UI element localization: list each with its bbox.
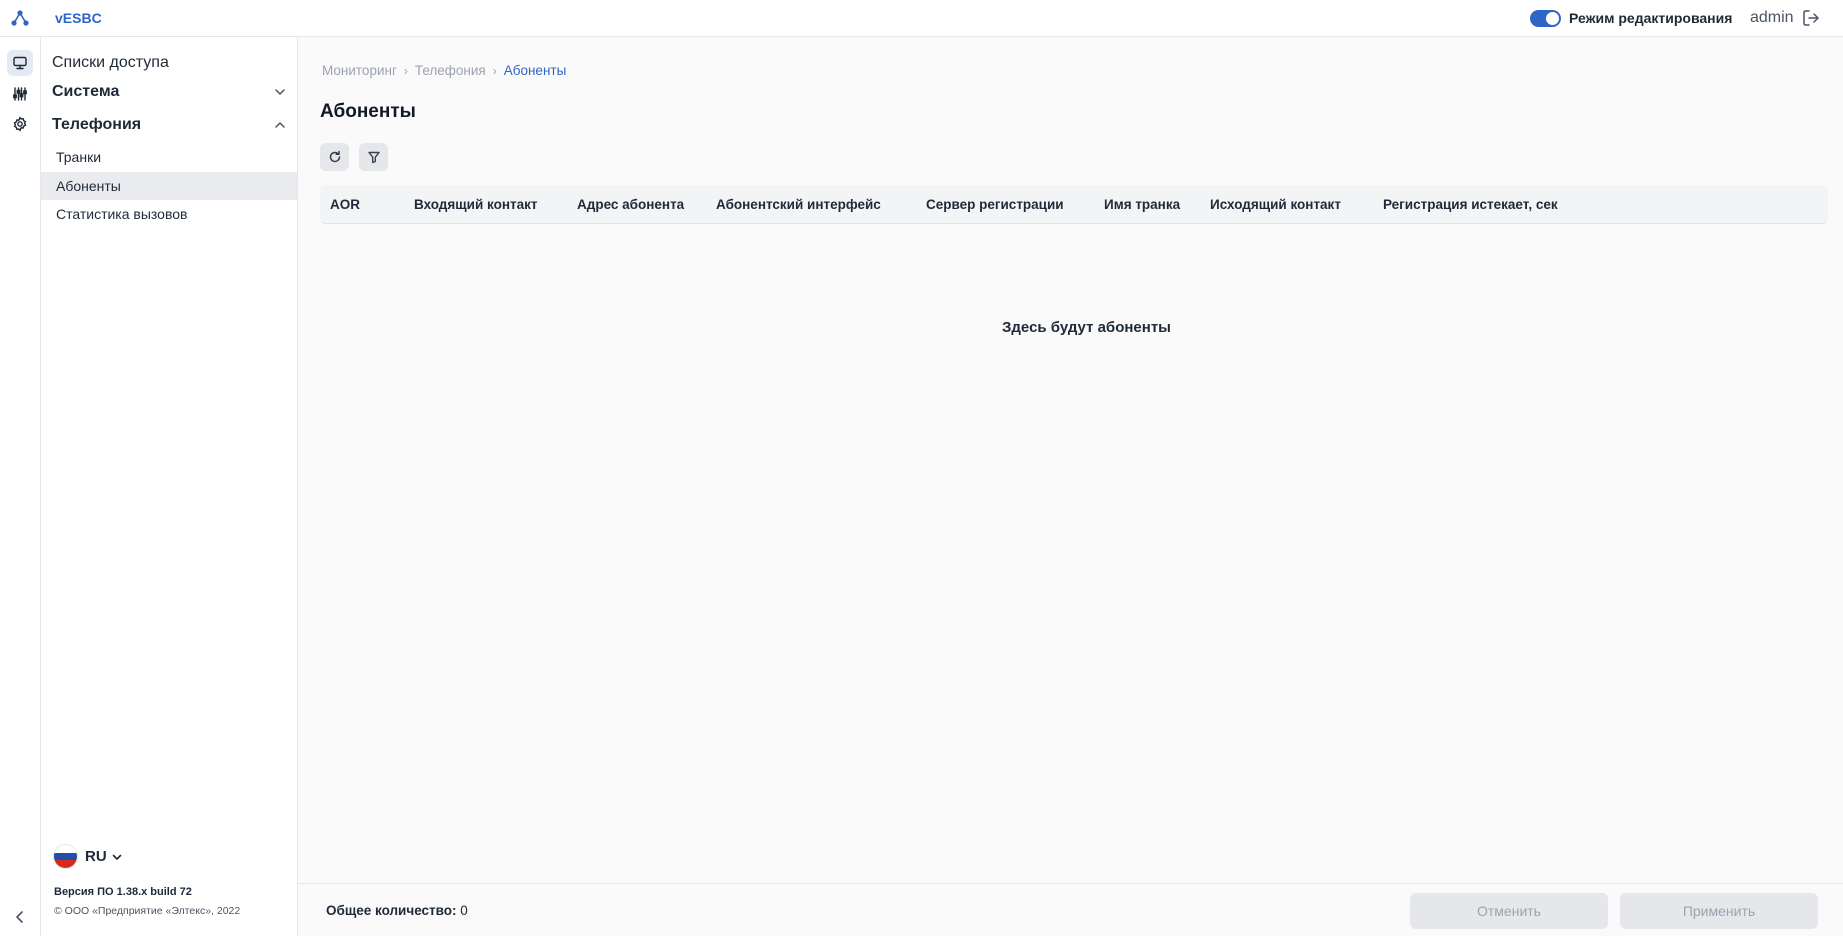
chevron-down-icon xyxy=(275,89,285,95)
language-selector[interactable]: RU xyxy=(53,844,123,869)
filter-icon xyxy=(367,151,380,164)
main-content: Мониторинг › Телефония › Абоненты Абонен… xyxy=(298,37,1843,936)
toggle-knob xyxy=(1546,12,1559,25)
breadcrumb-separator-icon: › xyxy=(492,63,497,78)
sidebar-group-system[interactable]: Система xyxy=(52,81,287,103)
sidebar: Списки доступа Система Телефония Транки … xyxy=(41,37,298,936)
total-count-value: 0 xyxy=(460,903,468,918)
column-header-trunk-name[interactable]: Имя транка xyxy=(1104,197,1180,212)
refresh-button[interactable] xyxy=(320,143,349,171)
edit-mode-label: Режим редактирования xyxy=(1569,10,1733,26)
sidebar-item-trunks[interactable]: Транки xyxy=(41,143,297,171)
settings-nav-button[interactable] xyxy=(7,111,33,137)
user-name: admin xyxy=(1750,9,1794,26)
chevron-down-icon xyxy=(112,854,121,860)
equalizer-nav-button[interactable] xyxy=(7,81,33,107)
page-title: Абоненты xyxy=(320,101,416,122)
column-header-registration-server[interactable]: Сервер регистрации xyxy=(926,197,1064,212)
software-version: Версия ПО 1.38.x build 72 xyxy=(54,886,192,898)
apply-button[interactable]: Применить xyxy=(1620,893,1818,929)
sidebar-item-subscribers[interactable]: Абоненты xyxy=(41,172,297,200)
sidebar-item-call-statistics[interactable]: Статистика вызовов xyxy=(41,200,297,228)
language-code: RU xyxy=(85,848,107,865)
total-count-label: Общее количество: xyxy=(326,903,457,918)
app-title[interactable]: vESBC xyxy=(55,10,102,26)
sidebar-item-access-lists[interactable]: Списки доступа xyxy=(52,54,169,72)
monitor-icon xyxy=(13,56,27,70)
refresh-icon xyxy=(329,150,340,163)
sidebar-group-telephony[interactable]: Телефония xyxy=(52,114,287,136)
equalizer-icon xyxy=(13,87,27,101)
column-header-registration-expires[interactable]: Регистрация истекает, сек xyxy=(1383,197,1558,212)
column-header-subscriber-interface[interactable]: Абонентский интерфейс xyxy=(716,197,881,212)
edit-mode-toggle[interactable] xyxy=(1530,10,1561,27)
russian-flag-icon xyxy=(53,844,78,869)
top-bar: vESBC Режим редактирования admin xyxy=(0,0,1843,37)
cancel-button[interactable]: Отменить xyxy=(1410,893,1608,929)
sidebar-group-label: Система xyxy=(52,83,120,100)
column-header-outgoing-contact[interactable]: Исходящий контакт xyxy=(1210,197,1341,212)
copyright: © ООО «Предприятие «Элтекс», 2022 xyxy=(54,905,241,917)
breadcrumb: Мониторинг › Телефония › Абоненты xyxy=(322,63,566,78)
column-header-incoming-contact[interactable]: Входящий контакт xyxy=(414,197,537,212)
table-header: AOR Входящий контакт Адрес абонента Абон… xyxy=(320,185,1828,224)
app-logo-icon[interactable] xyxy=(10,9,30,27)
icon-rail xyxy=(0,37,41,936)
sidebar-group-label: Телефония xyxy=(52,116,142,133)
logout-icon[interactable] xyxy=(1802,9,1820,27)
footer-bar: Общее количество: 0 Отменить Применить xyxy=(298,883,1843,936)
chevron-left-icon[interactable] xyxy=(12,909,28,925)
column-header-subscriber-address[interactable]: Адрес абонента xyxy=(577,197,684,212)
filter-button[interactable] xyxy=(359,143,388,171)
empty-table-message: Здесь будут абоненты xyxy=(1002,319,1171,336)
chevron-up-icon xyxy=(275,122,285,128)
column-header-aor[interactable]: AOR xyxy=(330,197,360,212)
gear-icon xyxy=(13,116,27,132)
monitoring-nav-button[interactable] xyxy=(7,50,33,76)
breadcrumb-monitoring[interactable]: Мониторинг xyxy=(322,63,397,78)
breadcrumb-separator-icon: › xyxy=(403,63,408,78)
breadcrumb-telephony[interactable]: Телефония xyxy=(415,63,486,78)
total-count: Общее количество: 0 xyxy=(326,903,468,918)
breadcrumb-subscribers: Абоненты xyxy=(503,63,567,78)
